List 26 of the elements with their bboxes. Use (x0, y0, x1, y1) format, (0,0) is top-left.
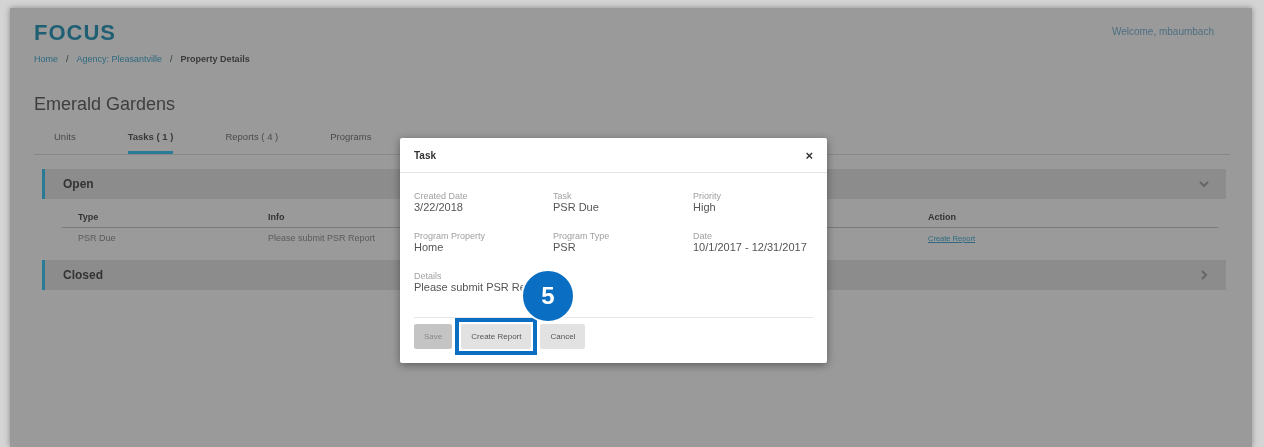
section-title: Closed (63, 268, 103, 282)
field-label: Created Date (414, 191, 469, 201)
field-label: Program Type (553, 231, 611, 241)
column-header: Type (78, 212, 100, 222)
section-title: Open (63, 177, 94, 191)
table-cell-text: PSR Due (78, 232, 116, 243)
dialog-title: Task (414, 149, 437, 161)
field-value: PSR Due (553, 201, 600, 213)
field-value: High (693, 201, 717, 213)
field-label: Program Property (414, 231, 487, 241)
table-cell-text: Please submit PSR Report (268, 232, 376, 243)
welcome-text: Welcome, mbaumbach (1111, 26, 1214, 39)
field-value: Home (414, 241, 445, 253)
field-label: Date (693, 231, 713, 241)
breadcrumb-current: Property Details (180, 54, 250, 64)
page-title: Emerald Gardens (33, 93, 177, 115)
field-label: Details (414, 271, 443, 281)
column-header: Info (268, 212, 286, 222)
field-value: PSR (553, 241, 577, 253)
breadcrumb-separator: / (170, 54, 173, 64)
field-label: Priority (693, 191, 722, 201)
breadcrumb-separator: / (66, 54, 69, 64)
field-label: Task (553, 191, 573, 201)
field-value: 3/22/2018 (414, 201, 464, 213)
column-header: Action (928, 212, 957, 222)
field-value: 10/1/2017 - 12/31/2017 (693, 241, 808, 253)
